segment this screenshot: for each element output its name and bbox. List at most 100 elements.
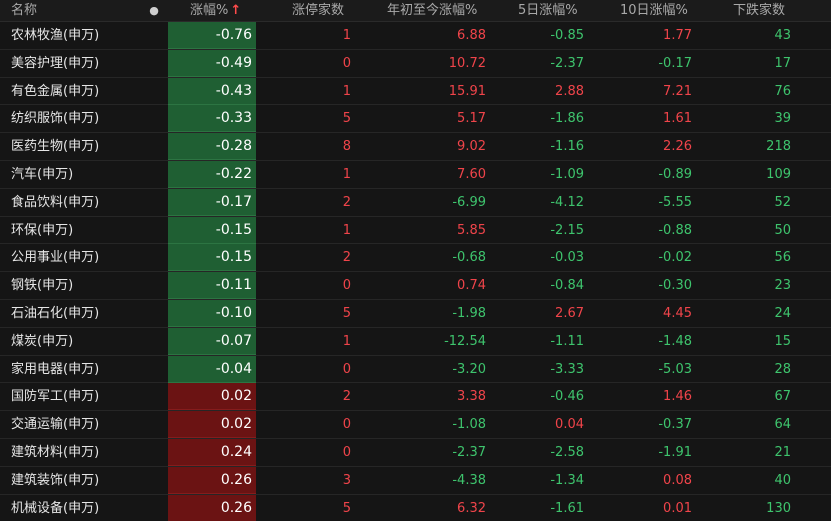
row-down-count: 52 bbox=[774, 194, 791, 210]
row-10d-pct: 2.26 bbox=[663, 139, 692, 155]
table-row[interactable]: 公用事业(申万) -0.15 2 -0.68 -0.03 -0.02 56 bbox=[0, 244, 831, 273]
header-ytd-pct[interactable]: 年初至今涨幅% bbox=[387, 0, 477, 21]
row-down-count: 17 bbox=[774, 55, 791, 71]
row-limit-up-count: 0 bbox=[342, 55, 351, 71]
row-10d-pct: 7.21 bbox=[663, 83, 692, 99]
row-5d-pct: -1.34 bbox=[550, 472, 584, 488]
table-row[interactable]: 煤炭(申万) -0.07 1 -12.54 -1.11 -1.48 15 bbox=[0, 327, 831, 356]
row-ytd-pct: 6.88 bbox=[457, 28, 486, 43]
row-name: 公用事业(申万) bbox=[11, 250, 100, 266]
row-ytd-pct: 6.32 bbox=[457, 500, 486, 516]
row-10d-pct: 0.08 bbox=[663, 472, 692, 488]
table-row[interactable]: 医药生物(申万) -0.28 8 9.02 -1.16 2.26 218 bbox=[0, 133, 831, 161]
row-5d-pct: -1.86 bbox=[550, 111, 584, 127]
table-row[interactable]: 交通运输(申万) 0.02 0 -1.08 0.04 -0.37 64 bbox=[0, 411, 831, 439]
row-down-count: 21 bbox=[774, 444, 791, 460]
header-down-count[interactable]: 下跌家数 bbox=[733, 0, 785, 21]
row-5d-pct: -1.11 bbox=[550, 333, 584, 349]
row-limit-up-count: 1 bbox=[342, 222, 351, 238]
row-name: 有色金属(申万) bbox=[11, 83, 100, 99]
row-ytd-pct: 15.91 bbox=[448, 83, 486, 99]
row-name: 医药生物(申万) bbox=[11, 139, 100, 155]
row-10d-pct: -1.91 bbox=[658, 444, 692, 460]
header-10d-pct[interactable]: 10日涨幅% bbox=[620, 0, 688, 21]
row-limit-up-count: 5 bbox=[342, 500, 351, 516]
row-name: 美容护理(申万) bbox=[11, 55, 100, 71]
row-change-pct: -0.76 bbox=[168, 22, 256, 49]
row-10d-pct: 1.61 bbox=[663, 111, 692, 127]
header-dot-icon[interactable]: ● bbox=[148, 0, 160, 21]
row-down-count: 43 bbox=[774, 28, 791, 43]
row-name: 纺织服饰(申万) bbox=[11, 111, 100, 127]
row-name: 食品饮料(申万) bbox=[11, 194, 100, 210]
header-limit-up-count[interactable]: 涨停家数 bbox=[292, 0, 344, 21]
table-row[interactable]: 食品饮料(申万) -0.17 2 -6.99 -4.12 -5.55 52 bbox=[0, 188, 831, 217]
row-ytd-pct: -1.08 bbox=[452, 417, 486, 433]
row-change-pct: 0.02 bbox=[168, 411, 256, 439]
header-5d-pct[interactable]: 5日涨幅% bbox=[518, 0, 578, 21]
row-name: 环保(申万) bbox=[11, 222, 74, 238]
sector-quote-table: 名称 ● 涨幅% ↑ 涨停家数 年初至今涨幅% 5日涨幅% 10日涨幅% 下跌家数… bbox=[0, 0, 831, 521]
row-name: 农林牧渔(申万) bbox=[11, 28, 100, 43]
row-10d-pct: 1.46 bbox=[663, 389, 692, 405]
row-5d-pct: -1.61 bbox=[550, 500, 584, 516]
row-down-count: 50 bbox=[774, 222, 791, 238]
row-5d-pct: -0.85 bbox=[550, 28, 584, 43]
table-row[interactable]: 环保(申万) -0.15 1 5.85 -2.15 -0.88 50 bbox=[0, 216, 831, 245]
table-row[interactable]: 钢铁(申万) -0.11 0 0.74 -0.84 -0.30 23 bbox=[0, 272, 831, 300]
row-change-pct: 0.02 bbox=[168, 383, 256, 411]
row-limit-up-count: 1 bbox=[342, 83, 351, 99]
row-change-pct: -0.15 bbox=[168, 244, 256, 272]
row-down-count: 130 bbox=[766, 500, 791, 516]
row-down-count: 64 bbox=[774, 417, 791, 433]
row-5d-pct: -2.58 bbox=[550, 444, 584, 460]
row-down-count: 56 bbox=[774, 250, 791, 266]
row-name: 机械设备(申万) bbox=[11, 500, 100, 516]
table-row[interactable]: 汽车(申万) -0.22 1 7.60 -1.09 -0.89 109 bbox=[0, 160, 831, 189]
row-change-pct: -0.22 bbox=[168, 160, 256, 188]
header-change-pct[interactable]: 涨幅% ↑ bbox=[190, 0, 256, 21]
table-row[interactable]: 纺织服饰(申万) -0.33 5 5.17 -1.86 1.61 39 bbox=[0, 105, 831, 134]
row-change-pct: -0.49 bbox=[168, 49, 256, 77]
row-limit-up-count: 3 bbox=[342, 472, 351, 488]
row-limit-up-count: 2 bbox=[342, 250, 351, 266]
table-row[interactable]: 有色金属(申万) -0.43 1 15.91 2.88 7.21 76 bbox=[0, 77, 831, 106]
table-row[interactable]: 石油石化(申万) -0.10 5 -1.98 2.67 4.45 24 bbox=[0, 299, 831, 328]
table-row[interactable]: 建筑材料(申万) 0.24 0 -2.37 -2.58 -1.91 21 bbox=[0, 438, 831, 467]
row-name: 汽车(申万) bbox=[11, 166, 74, 182]
table-row[interactable]: 国防军工(申万) 0.02 2 3.38 -0.46 1.46 67 bbox=[0, 383, 831, 412]
row-name: 建筑材料(申万) bbox=[11, 444, 100, 460]
table-row[interactable]: 建筑装饰(申万) 0.26 3 -4.38 -1.34 0.08 40 bbox=[0, 466, 831, 495]
row-limit-up-count: 0 bbox=[342, 444, 351, 460]
row-ytd-pct: -12.54 bbox=[444, 333, 486, 349]
row-5d-pct: -1.09 bbox=[550, 166, 584, 182]
row-down-count: 218 bbox=[766, 139, 791, 155]
table-row[interactable]: 美容护理(申万) -0.49 0 10.72 -2.37 -0.17 17 bbox=[0, 49, 831, 78]
row-5d-pct: -2.15 bbox=[550, 222, 584, 238]
table-header: 名称 ● 涨幅% ↑ 涨停家数 年初至今涨幅% 5日涨幅% 10日涨幅% 下跌家数 bbox=[0, 0, 831, 22]
row-10d-pct: 4.45 bbox=[663, 305, 692, 321]
row-ytd-pct: 9.02 bbox=[457, 139, 486, 155]
row-limit-up-count: 0 bbox=[342, 417, 351, 433]
row-10d-pct: -0.89 bbox=[658, 166, 692, 182]
row-ytd-pct: -6.99 bbox=[452, 194, 486, 210]
header-name[interactable]: 名称 bbox=[11, 0, 37, 21]
row-change-pct: -0.28 bbox=[168, 133, 256, 161]
row-ytd-pct: 10.72 bbox=[448, 55, 486, 71]
row-5d-pct: 2.67 bbox=[555, 305, 584, 321]
row-ytd-pct: 5.85 bbox=[457, 222, 486, 238]
table-row[interactable]: 机械设备(申万) 0.26 5 6.32 -1.61 0.01 130 bbox=[0, 494, 831, 521]
row-ytd-pct: -1.98 bbox=[452, 305, 486, 321]
row-change-pct: 0.26 bbox=[168, 466, 256, 494]
row-down-count: 15 bbox=[774, 333, 791, 349]
table-row[interactable]: 农林牧渔(申万) -0.76 1 6.88 -0.85 1.77 43 bbox=[0, 22, 831, 50]
row-ytd-pct: 7.60 bbox=[457, 166, 486, 182]
table-row[interactable]: 家用电器(申万) -0.04 0 -3.20 -3.33 -5.03 28 bbox=[0, 355, 831, 384]
row-10d-pct: -5.03 bbox=[658, 361, 692, 377]
row-name: 建筑装饰(申万) bbox=[11, 472, 100, 488]
row-10d-pct: -0.30 bbox=[658, 278, 692, 294]
row-change-pct: 0.24 bbox=[168, 438, 256, 466]
row-5d-pct: 2.88 bbox=[555, 83, 584, 99]
row-down-count: 39 bbox=[774, 111, 791, 127]
header-change-pct-label: 涨幅% bbox=[190, 3, 229, 18]
